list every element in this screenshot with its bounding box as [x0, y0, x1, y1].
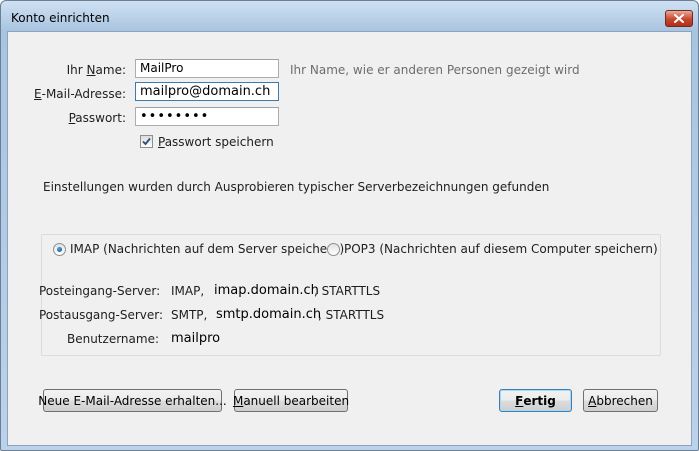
outgoing-server-type: SMTP,	[171, 308, 208, 322]
username-value: mailpro	[171, 331, 221, 346]
save-password-checkbox[interactable]	[140, 135, 153, 148]
dialog-window: Konto einrichten Ihr Name: MailPro Ihr N…	[0, 0, 699, 451]
incoming-server-type: IMAP,	[171, 284, 205, 298]
imap-radio[interactable]	[53, 243, 66, 256]
radio-selected-dot	[57, 247, 62, 252]
title-bar[interactable]: Konto einrichten	[1, 1, 698, 31]
password-label: Passwort:	[68, 111, 126, 125]
pop3-radio-label[interactable]: POP3 (Nachrichten auf diesem Computer sp…	[344, 242, 658, 256]
incoming-server-label: Posteingang-Server:	[39, 284, 161, 298]
pop3-radio[interactable]	[327, 243, 340, 256]
save-password-label[interactable]: Passwort speichern	[158, 135, 274, 149]
username-label: Benutzername:	[66, 332, 159, 346]
checkmark-icon	[142, 137, 151, 146]
window-title: Konto einrichten	[11, 11, 110, 25]
incoming-server-security: , STARTTLS	[314, 284, 381, 298]
outgoing-server-label: Postausgang-Server:	[39, 308, 164, 322]
outgoing-server-host: smtp.domain.ch	[216, 307, 322, 322]
status-text: Einstellungen wurden durch Ausprobieren …	[43, 180, 550, 194]
incoming-server-host: imap.domain.ch	[214, 283, 319, 298]
name-hint: Ihr Name, wie er anderen Personen gezeig…	[290, 63, 580, 77]
done-button[interactable]: Fertig	[499, 389, 572, 412]
close-button[interactable]	[665, 10, 693, 27]
server-settings-group: IMAP (Nachrichten auf dem Server speiche…	[39, 234, 661, 356]
manual-edit-button[interactable]: Manuell bearbeiten	[233, 389, 349, 412]
imap-radio-label[interactable]: IMAP (Nachrichten auf dem Server speiche…	[70, 242, 344, 256]
email-label: E-Mail-Adresse:	[34, 87, 126, 101]
cancel-button[interactable]: Abbrechen	[583, 389, 658, 412]
close-icon	[674, 14, 684, 23]
name-input[interactable]: MailPro	[135, 59, 279, 78]
new-email-address-button[interactable]: Neue E-Mail-Adresse erhalten...	[38, 389, 227, 412]
password-input[interactable]: ••••••••	[135, 107, 279, 126]
name-label: Ihr Name:	[66, 63, 126, 77]
email-input[interactable]: mailpro@domain.ch	[135, 82, 279, 101]
dialog-content: Ihr Name: MailPro Ihr Name, wie er ander…	[7, 31, 692, 446]
outgoing-server-security: , STARTTLS	[318, 308, 385, 322]
